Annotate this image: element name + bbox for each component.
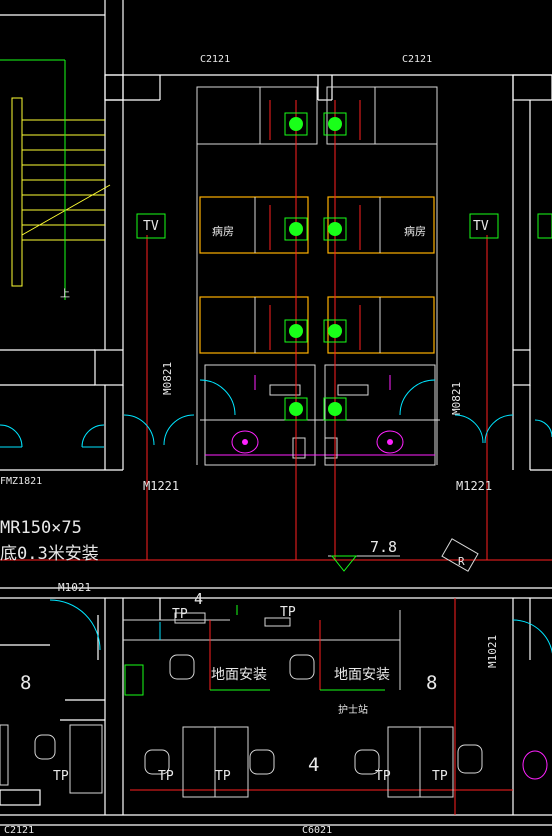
- furniture: [0, 612, 483, 798]
- sink-symbols: [231, 375, 548, 780]
- ward-rooms: [196, 86, 440, 466]
- window-label-c6021-bottom: C6021: [302, 825, 333, 836]
- stair-up-label: 上: [60, 289, 70, 300]
- tp-label-bottom-5: TP: [432, 769, 448, 784]
- door-label-m0821-right: M0821: [450, 381, 463, 415]
- window-label-c2121-bottom: C2121: [4, 825, 35, 836]
- r-mark: R: [458, 555, 465, 568]
- door-label-fm: FMZ1821: [0, 476, 43, 487]
- window-label-c2121-right: C2121: [402, 54, 433, 65]
- dimension-4-bottom: 4: [308, 754, 320, 776]
- ward-label-right: 病房: [404, 225, 426, 238]
- tp-label-top-left: TP: [172, 607, 188, 622]
- door-label-m1021-left: M1021: [58, 581, 92, 594]
- tp-label-top-right: TP: [280, 605, 296, 620]
- tv-label-right: TV: [473, 219, 489, 234]
- room-number-8-left: 8: [20, 672, 32, 694]
- door-label-m1021-right: M1021: [486, 634, 499, 668]
- door-label-m1221-right: M1221: [456, 479, 493, 493]
- cad-floor-plan: C2121 C2121 TV TV 病房 病房 上 M0821 M0821 FM…: [0, 0, 552, 836]
- spec-label-mr: MR150×75: [0, 518, 82, 538]
- tv-label-left: TV: [143, 219, 159, 234]
- ward-label-left: 病房: [212, 225, 234, 238]
- electrical-lines: [0, 100, 552, 815]
- tp-label-bottom-2: TP: [158, 769, 174, 784]
- elevation-marker: [328, 538, 479, 572]
- window-label-c2121-left: C2121: [200, 54, 231, 65]
- nurse-station-label: 护士站: [338, 705, 368, 716]
- tp-label-bottom-4: TP: [375, 769, 391, 784]
- staircase: [0, 59, 111, 300]
- door-label-m0821-left: M0821: [161, 361, 174, 395]
- tp-label-bottom-3: TP: [215, 769, 231, 784]
- room-number-8-right: 8: [426, 672, 438, 694]
- tp-label-bottom-1: TP: [53, 769, 69, 784]
- elevation-value: 7.8: [370, 538, 398, 556]
- floor-install-left: 地面安装: [211, 667, 267, 683]
- door-label-m1221-left: M1221: [143, 479, 180, 493]
- install-note: 底0.3米安装: [0, 544, 99, 564]
- tp-label-bottom-6: TP: [0, 800, 1, 801]
- floor-plan-drawing: [0, 0, 552, 826]
- floor-install-right: 地面安装: [334, 667, 390, 683]
- walls: [0, 0, 552, 826]
- outlet-symbols: [124, 112, 552, 696]
- dimension-4-top: 4: [194, 590, 204, 608]
